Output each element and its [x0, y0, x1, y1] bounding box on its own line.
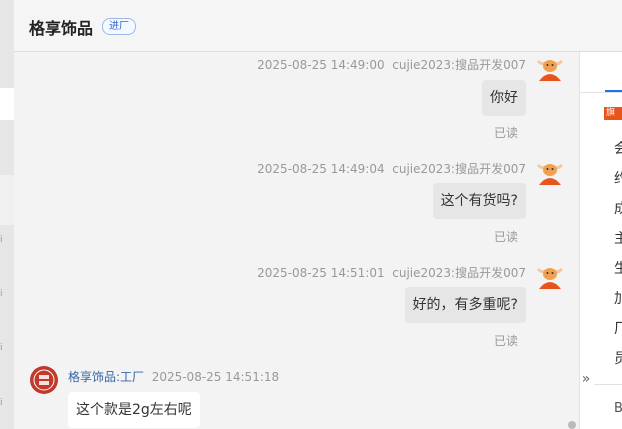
- shop-avatar-icon[interactable]: [30, 366, 58, 394]
- message-meta: 2025-08-25 14:51:01 cujie2023:搜品开发007: [257, 264, 526, 281]
- left-strip-glyph: i: [0, 398, 3, 408]
- message-meta: 2025-08-25 14:49:00 cujie2023:搜品开发007: [257, 56, 526, 73]
- message-time: 2025-08-25 14:51:01: [257, 266, 385, 280]
- read-status: 已读: [493, 230, 518, 244]
- panel-item: 约: [614, 171, 622, 187]
- chat-message-area[interactable]: 2025-08-25 14:49:00 cujie2023:搜品开发007 你好…: [14, 52, 579, 429]
- enter-factory-badge[interactable]: 进厂: [102, 18, 136, 35]
- cow-avatar-icon[interactable]: [536, 55, 564, 83]
- message-sender: cujie2023:搜品开发007: [392, 162, 526, 176]
- panel-item: 加: [614, 291, 622, 307]
- left-strip-glyph: i: [0, 289, 3, 299]
- cow-avatar-icon[interactable]: [536, 159, 564, 187]
- shop-tag: 旗: [604, 107, 622, 120]
- collapse-panel-icon[interactable]: »: [579, 369, 593, 389]
- incoming-time: 2025-08-25 14:51:18: [151, 370, 280, 384]
- message-bubble[interactable]: 你好: [482, 80, 526, 116]
- panel-item: 会: [614, 141, 622, 157]
- left-sidebar-item[interactable]: [0, 88, 14, 120]
- panel-item: 生: [614, 261, 622, 277]
- panel-footer: B: [614, 401, 622, 416]
- message-sender: cujie2023:搜品开发007: [392, 266, 526, 280]
- panel-divider: [594, 384, 622, 385]
- message-sender: cujie2023:搜品开发007: [392, 58, 526, 72]
- incoming-meta: 格享饰品:工厂 2025-08-25 14:51:18: [68, 368, 279, 385]
- message-bubble[interactable]: 这个有货吗?: [432, 183, 526, 219]
- panel-item: 成: [614, 201, 622, 217]
- read-status: 已读: [493, 126, 518, 140]
- message-meta: 2025-08-25 14:49:04 cujie2023:搜品开发007: [257, 160, 526, 177]
- left-sidebar-item[interactable]: [0, 175, 14, 225]
- shop-name[interactable]: 格享饰品: [29, 15, 93, 39]
- message-bubble[interactable]: 好的，有多重呢?: [404, 287, 526, 323]
- cow-avatar-icon[interactable]: [536, 263, 564, 291]
- panel-item: 厂: [614, 321, 622, 337]
- incoming-bubble[interactable]: 这个款是2g左右呢: [68, 392, 200, 428]
- panel-tab-divider: [580, 92, 622, 93]
- panel-item: 主: [614, 231, 622, 247]
- active-tab-indicator: [605, 90, 622, 92]
- panel-item: 员: [614, 351, 622, 367]
- message-time: 2025-08-25 14:49:04: [257, 162, 385, 176]
- left-strip-glyph: i: [0, 343, 3, 353]
- left-strip-glyph: i: [0, 235, 3, 245]
- incoming-sender[interactable]: 格享饰品:工厂: [68, 370, 144, 384]
- message-time: 2025-08-25 14:49:00: [257, 58, 385, 72]
- read-status: 已读: [493, 334, 518, 348]
- chat-header: 格享饰品 进厂: [14, 0, 622, 52]
- left-sidebar-strip: i i i i: [0, 0, 14, 429]
- chat-scrollbar[interactable]: [568, 421, 576, 429]
